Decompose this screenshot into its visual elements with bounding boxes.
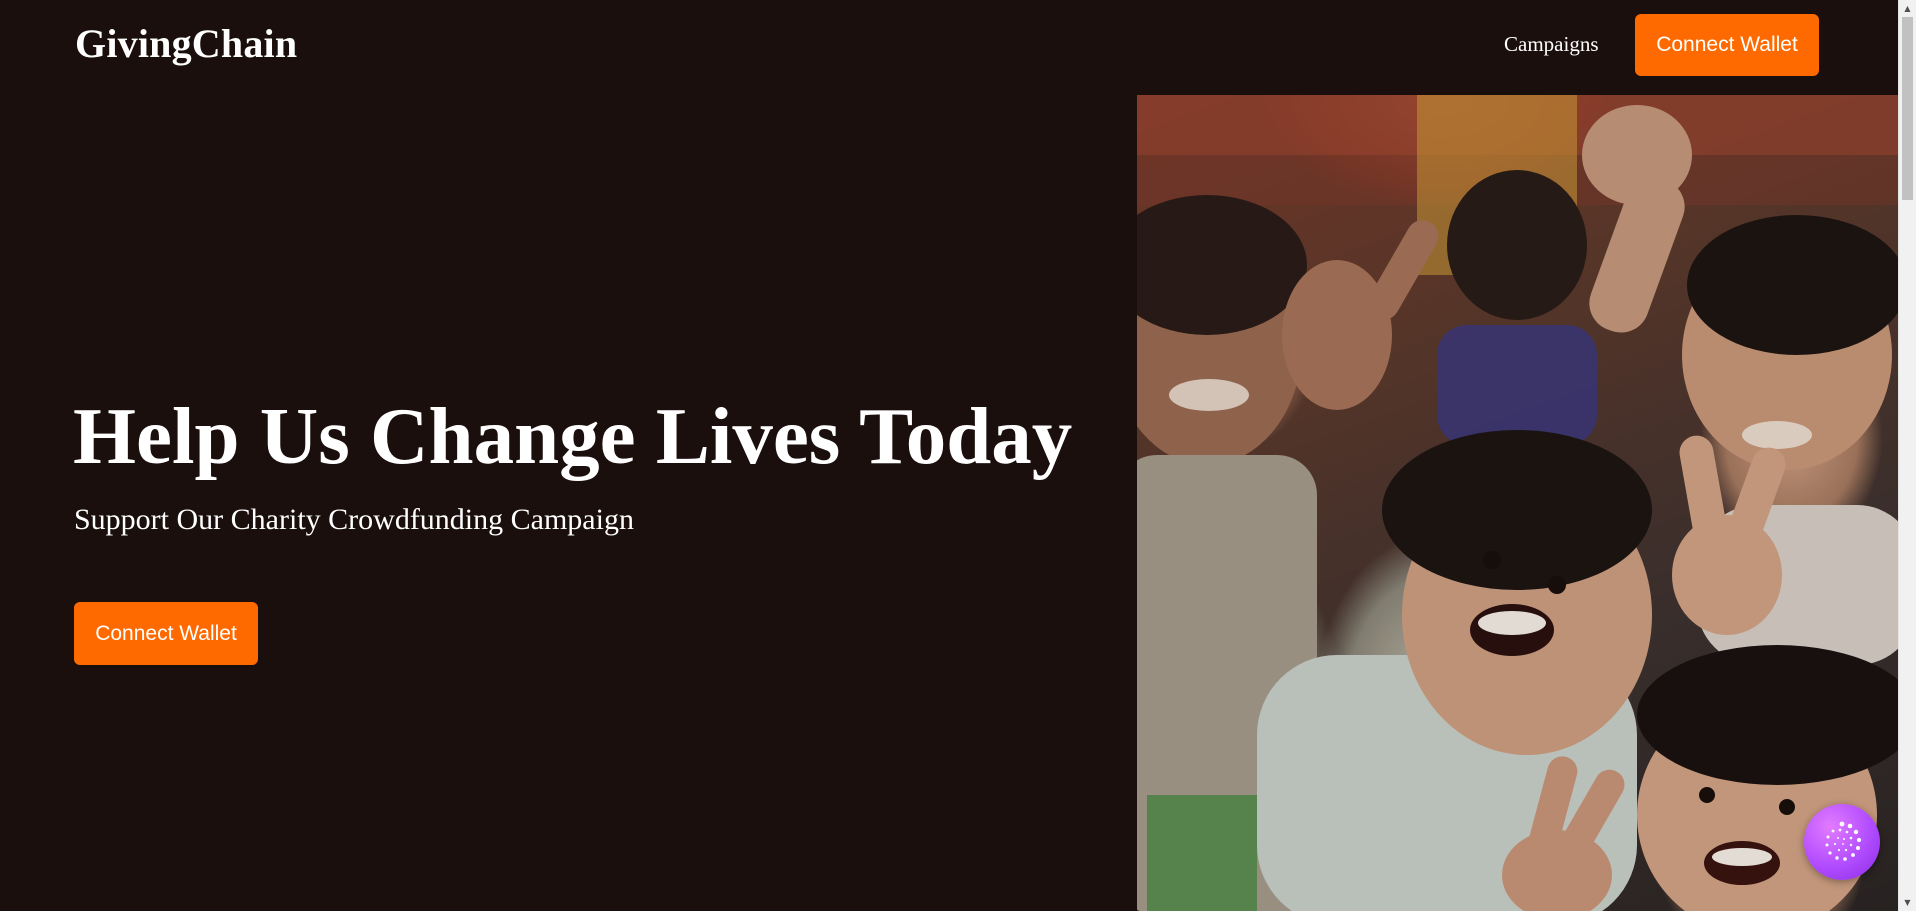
spiral-dots-icon xyxy=(1825,821,1862,861)
brand-logo[interactable]: GivingChain xyxy=(75,18,297,70)
hero-subtitle: Support Our Charity Crowdfunding Campaig… xyxy=(74,503,634,536)
scroll-up-arrow-icon[interactable]: ▲ xyxy=(1899,0,1916,17)
header-connect-wallet-button[interactable]: Connect Wallet xyxy=(1635,14,1819,76)
hero-title: Help Us Change Lives Today xyxy=(73,391,1073,481)
photo-children-smiling xyxy=(1137,95,1898,911)
nav-campaigns-link[interactable]: Campaigns xyxy=(1504,30,1599,58)
header-connect-wallet-label: Connect Wallet xyxy=(1656,33,1798,56)
hero-connect-wallet-button[interactable]: Connect Wallet xyxy=(74,602,258,665)
landing-page: GivingChain Campaigns Connect Wallet Hel… xyxy=(0,0,1916,911)
page-scrollbar[interactable]: ▲ ▼ xyxy=(1898,0,1916,911)
scroll-down-arrow-icon[interactable]: ▼ xyxy=(1899,894,1916,911)
hero-connect-wallet-label: Connect Wallet xyxy=(95,621,237,645)
assistant-chat-button[interactable] xyxy=(1804,804,1880,880)
hero-photo xyxy=(1137,95,1898,911)
scrollbar-thumb[interactable] xyxy=(1902,17,1913,200)
